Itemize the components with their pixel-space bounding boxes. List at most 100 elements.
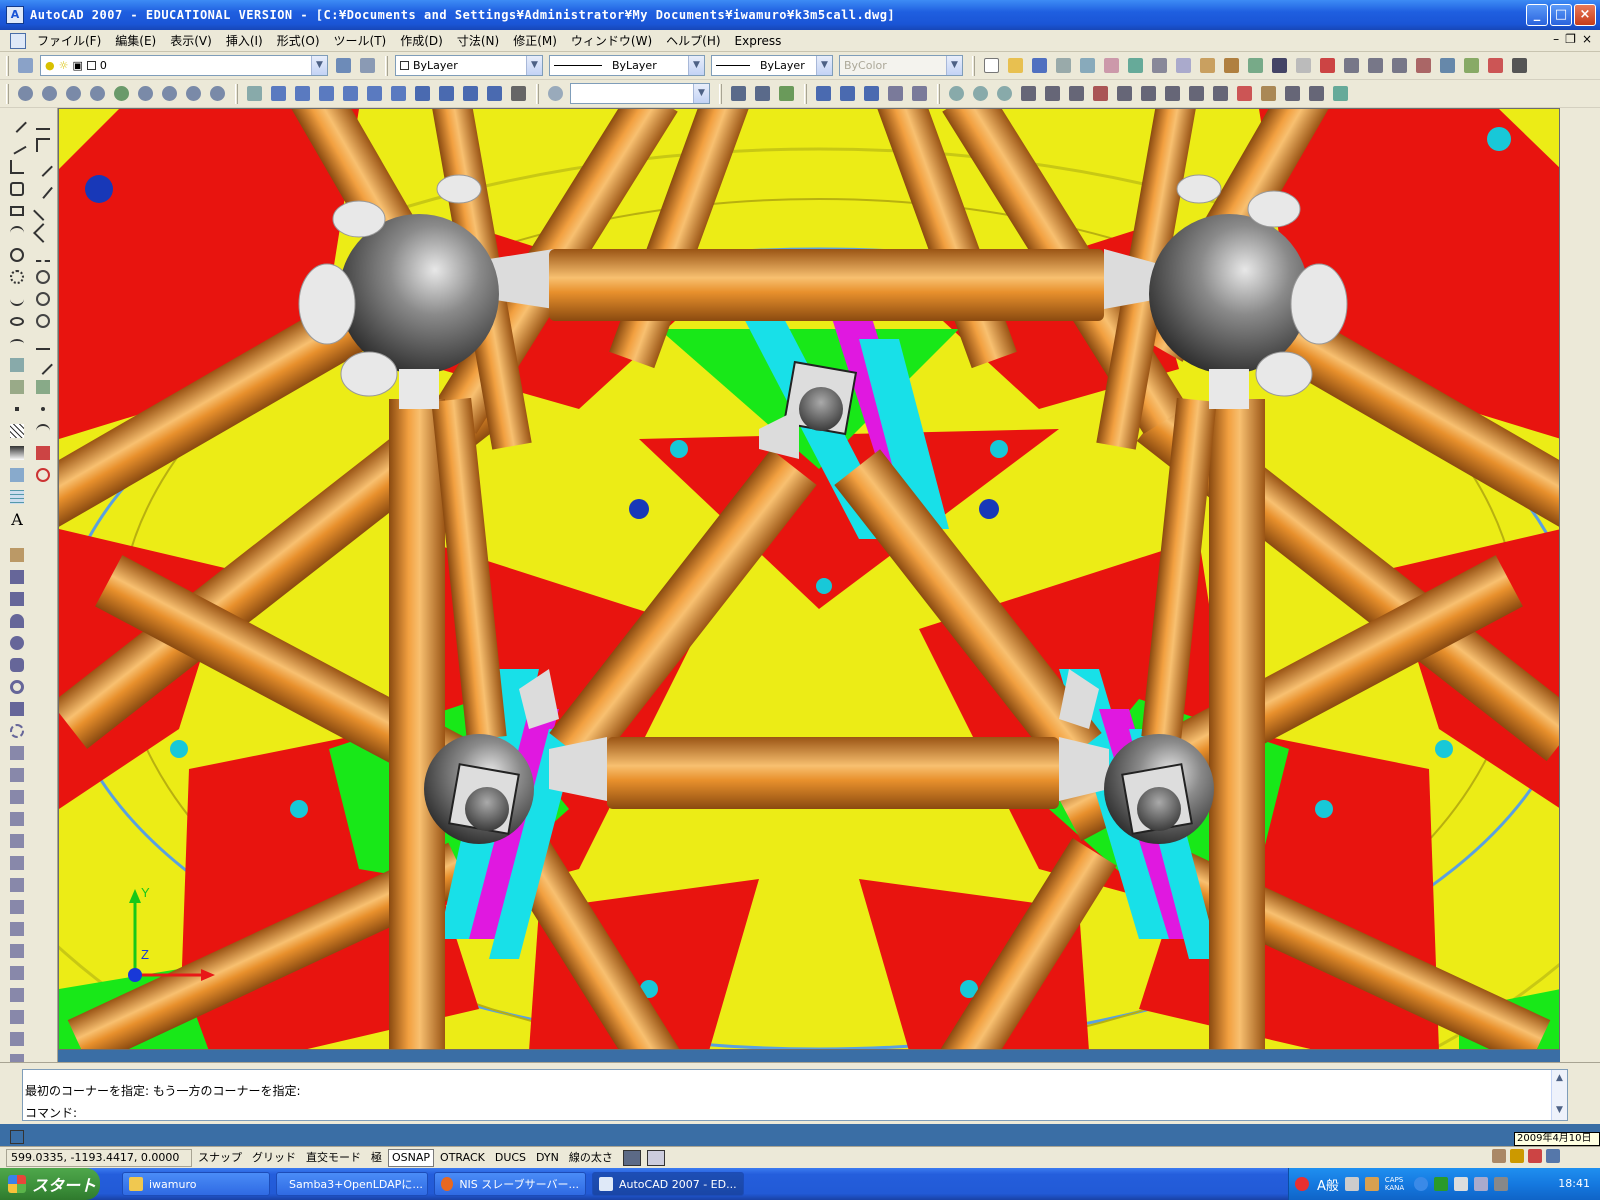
extrude-solid-icon[interactable] bbox=[7, 765, 27, 785]
subtract-solid-icon[interactable] bbox=[7, 897, 27, 917]
back-view-icon[interactable] bbox=[387, 83, 409, 105]
dyn-toggle[interactable]: DYN bbox=[532, 1149, 563, 1167]
plot-icon[interactable] bbox=[1052, 55, 1074, 77]
mapping-icon[interactable] bbox=[884, 83, 906, 105]
tool-palettes-icon[interactable] bbox=[1460, 55, 1482, 77]
grid-toggle[interactable]: グリッド bbox=[248, 1149, 300, 1167]
menu-format[interactable]: 形式(O) bbox=[270, 32, 327, 49]
fillet-icon[interactable] bbox=[33, 421, 53, 441]
extrude-icon[interactable] bbox=[1041, 83, 1063, 105]
menu-file[interactable]: ファイル(F) bbox=[30, 32, 108, 49]
close-button[interactable]: × bbox=[1574, 4, 1596, 26]
toolbar-grip[interactable] bbox=[235, 83, 238, 104]
zoom-object-icon[interactable] bbox=[110, 83, 132, 105]
move-icon[interactable] bbox=[33, 223, 53, 243]
rotate-icon[interactable] bbox=[33, 245, 53, 265]
chevron-down-icon[interactable]: ▼ bbox=[693, 84, 709, 103]
revolve-icon[interactable] bbox=[7, 831, 27, 851]
taskbar-item-firefox-nis[interactable]: NIS スレーブサーバー... bbox=[434, 1172, 586, 1196]
toolbar-grip[interactable] bbox=[972, 55, 975, 76]
zoom-previous-icon[interactable] bbox=[1388, 55, 1410, 77]
table-icon[interactable] bbox=[7, 487, 27, 507]
materials-icon[interactable] bbox=[860, 83, 882, 105]
nw-iso-view-icon[interactable] bbox=[483, 83, 505, 105]
3d-rotate-icon[interactable] bbox=[1329, 83, 1351, 105]
ellipse-icon[interactable] bbox=[7, 311, 27, 331]
array-icon[interactable] bbox=[33, 201, 53, 221]
top-view-icon[interactable] bbox=[267, 83, 289, 105]
taskbar-item-explorer[interactable]: iwamuro bbox=[122, 1172, 270, 1196]
continuous-orbit-icon[interactable] bbox=[775, 83, 797, 105]
lock-toolbars-icon[interactable] bbox=[1510, 1149, 1524, 1163]
chevron-down-icon[interactable]: ▼ bbox=[816, 56, 832, 75]
properties-icon[interactable] bbox=[1412, 55, 1434, 77]
chamfer-icon[interactable] bbox=[33, 399, 53, 419]
slice-icon[interactable] bbox=[1137, 83, 1159, 105]
3d-dwf-icon[interactable] bbox=[1124, 55, 1146, 77]
menu-edit[interactable]: 編集(E) bbox=[108, 32, 163, 49]
3d-array-icon[interactable] bbox=[7, 1007, 27, 1027]
doc-restore-icon[interactable]: ❐ bbox=[1565, 32, 1576, 46]
revision-cloud-icon[interactable] bbox=[7, 267, 27, 287]
slice-tool-icon[interactable] bbox=[7, 1029, 27, 1049]
model-space-icon[interactable] bbox=[622, 1149, 641, 1166]
copy-object-icon[interactable] bbox=[33, 135, 53, 155]
cut-icon[interactable] bbox=[1148, 55, 1170, 77]
scroll-down-icon[interactable]: ▼ bbox=[1552, 1102, 1567, 1118]
tray-arrow-icon[interactable] bbox=[1414, 1177, 1429, 1191]
doc-close-icon[interactable]: × bbox=[1582, 32, 1592, 46]
toolbar-grip[interactable] bbox=[6, 83, 9, 104]
arc-icon[interactable] bbox=[7, 223, 27, 243]
paste-icon[interactable] bbox=[1196, 55, 1218, 77]
toolbar-grip[interactable] bbox=[937, 83, 940, 104]
ucs-icon[interactable] bbox=[1233, 83, 1255, 105]
trim-icon[interactable] bbox=[33, 311, 53, 331]
subtract-icon[interactable] bbox=[1089, 83, 1111, 105]
design-center-icon[interactable] bbox=[1436, 55, 1458, 77]
break-icon[interactable] bbox=[33, 355, 53, 375]
spline-icon[interactable] bbox=[7, 289, 27, 309]
join-icon[interactable] bbox=[33, 377, 53, 397]
box-icon[interactable] bbox=[1017, 83, 1039, 105]
explode-icon[interactable] bbox=[33, 443, 53, 463]
named-views-icon[interactable] bbox=[243, 83, 265, 105]
menu-express[interactable]: Express bbox=[728, 34, 789, 48]
network-icon[interactable] bbox=[1434, 1177, 1449, 1191]
3d-move-icon[interactable] bbox=[1305, 83, 1327, 105]
visual-style-2d-icon[interactable] bbox=[945, 83, 967, 105]
left-view-icon[interactable] bbox=[315, 83, 337, 105]
insert-block-icon[interactable] bbox=[7, 355, 27, 375]
publish-icon[interactable] bbox=[1100, 55, 1122, 77]
region-icon[interactable] bbox=[7, 465, 27, 485]
zoom-window-icon[interactable] bbox=[14, 83, 36, 105]
coordinate-display[interactable]: 599.0335, -1193.4417, 0.0000 bbox=[6, 1148, 192, 1167]
gradient-icon[interactable] bbox=[7, 443, 27, 463]
helix-icon[interactable] bbox=[7, 721, 27, 741]
3d-model-render[interactable]: Y Z bbox=[59, 109, 1560, 1050]
pyramid-icon[interactable] bbox=[7, 699, 27, 719]
zoom-window-icon[interactable] bbox=[1364, 55, 1386, 77]
flatshot-icon[interactable] bbox=[1209, 83, 1231, 105]
save-icon[interactable] bbox=[1028, 55, 1050, 77]
render-icon[interactable] bbox=[812, 83, 834, 105]
ne-iso-view-icon[interactable] bbox=[459, 83, 481, 105]
osnap-toggle[interactable]: OSNAP bbox=[388, 1148, 435, 1167]
redo-icon[interactable] bbox=[1292, 55, 1314, 77]
toolbar-grip[interactable] bbox=[6, 55, 9, 76]
se-iso-view-icon[interactable] bbox=[435, 83, 457, 105]
ellipse-arc-icon[interactable] bbox=[7, 333, 27, 353]
zoom-out-icon[interactable] bbox=[158, 83, 180, 105]
3d-rotate-tool-icon[interactable] bbox=[7, 963, 27, 983]
open-file-icon[interactable] bbox=[1004, 55, 1026, 77]
maximize-button[interactable]: □ bbox=[1550, 4, 1572, 26]
sheet-set-icon[interactable] bbox=[1484, 55, 1506, 77]
sw-iso-view-icon[interactable] bbox=[411, 83, 433, 105]
3d-align-icon[interactable] bbox=[7, 985, 27, 1005]
undo-icon[interactable] bbox=[1268, 55, 1290, 77]
ime-pad-icon[interactable] bbox=[1344, 1177, 1359, 1191]
ucs-origin-icon[interactable] bbox=[1281, 83, 1303, 105]
menu-modify[interactable]: 修正(M) bbox=[506, 32, 564, 49]
toolbar-grip[interactable] bbox=[536, 83, 539, 104]
union-icon[interactable] bbox=[1065, 83, 1087, 105]
linetype-dropdown[interactable]: ByLayer ▼ bbox=[549, 55, 705, 76]
